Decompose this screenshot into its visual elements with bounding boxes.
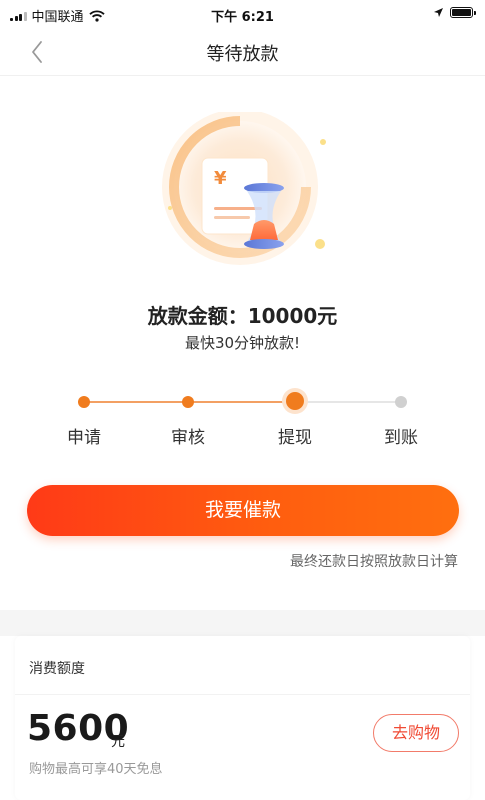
credit-title: 消费额度 xyxy=(29,661,85,677)
yen-symbol: ¥ xyxy=(214,168,227,189)
page-title: 等待放款 xyxy=(206,44,279,65)
step-label-apply: 申请 xyxy=(67,428,101,448)
status-bar: 中国联通 下午 6:21 xyxy=(0,0,485,28)
loan-speed-text: 最快30分钟放款! xyxy=(184,334,301,352)
step-dot-review xyxy=(182,396,194,408)
urge-payment-button[interactable]: 我要催款 xyxy=(27,485,459,536)
step-dot-apply xyxy=(78,396,90,408)
battery-icon xyxy=(450,7,476,18)
progress-line-pending xyxy=(295,401,401,403)
step-label-arrive: 到账 xyxy=(384,428,418,448)
credit-card: 消费额度 5600 元 购物最高可享40天免息 去购物 xyxy=(15,636,470,800)
go-shopping-button[interactable]: 去购物 xyxy=(373,714,459,752)
card-divider xyxy=(15,694,470,695)
nav-bar: 等待放款 xyxy=(0,28,485,76)
waiting-illustration: ¥ xyxy=(150,109,340,282)
step-dot-arrive xyxy=(395,396,407,408)
location-arrow-icon xyxy=(434,8,443,17)
step-label-withdraw: 提现 xyxy=(278,428,312,448)
credit-subtitle: 购物最高可享40天免息 xyxy=(29,762,163,777)
status-time: 下午 6:21 xyxy=(211,10,274,25)
status-right xyxy=(433,7,476,18)
loan-amount: 放款金额：10000元 xyxy=(147,304,338,328)
credit-unit: 元 xyxy=(111,734,125,750)
step-label-review: 审核 xyxy=(171,428,205,448)
step-dot-withdraw xyxy=(286,392,304,410)
section-divider xyxy=(0,610,485,636)
repayment-note: 最终还款日按照放款日计算 xyxy=(290,554,458,570)
